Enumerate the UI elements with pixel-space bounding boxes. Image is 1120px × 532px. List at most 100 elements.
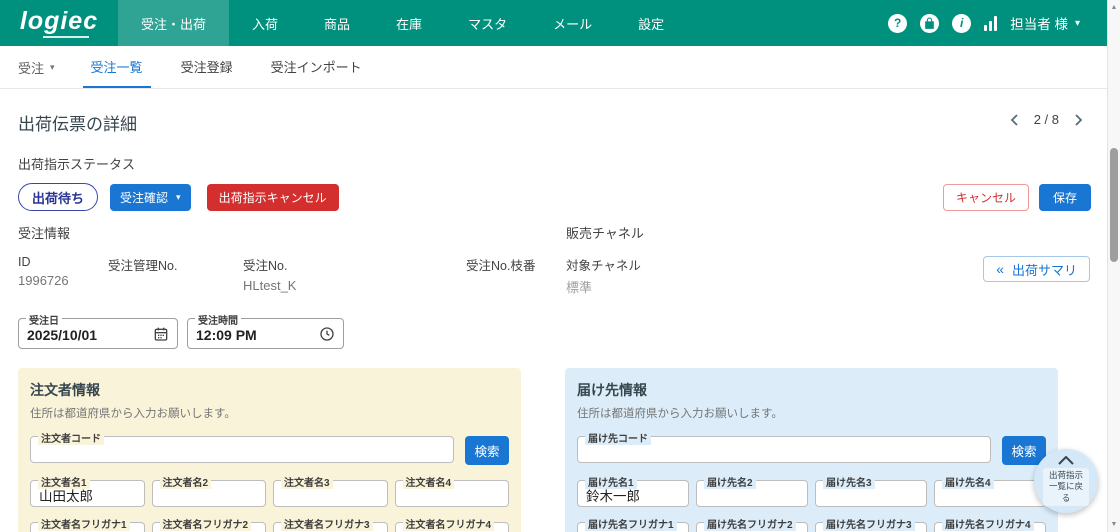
orderer-code-row: 注文者コード 検索 (30, 436, 509, 465)
bag-icon[interactable] (920, 14, 939, 33)
nav-item-inventory[interactable]: 在庫 (373, 0, 445, 46)
help-icon[interactable]: ? (888, 14, 907, 33)
stats-icon[interactable] (984, 16, 997, 31)
destination-panel: 届け先情報 住所は都道府県から入力お願いします。 届け先コード 検索 届け先名1 (565, 368, 1058, 532)
back-to-shipping-list-label: 出荷指示一覧に戻る (1043, 468, 1089, 505)
destination-note: 住所は都道府県から入力お願いします。 (577, 405, 1046, 421)
main-nav: 受注・出荷 入荷 商品 在庫 マスタ メール 設定 (118, 0, 687, 46)
orderer-name3-label: 注文者名3 (281, 474, 333, 489)
logo-tagline-bar (43, 36, 89, 38)
orders-dropdown-label: 受注 (18, 58, 44, 77)
shipping-cancel-button[interactable]: 出荷指示キャンセル (207, 184, 339, 211)
logo-text: logiec (20, 9, 98, 34)
app-header: logiec 受注・出荷 入荷 商品 在庫 マスタ メール 設定 ? i 担当者… (0, 0, 1120, 46)
page-title: 出荷伝票の詳細 (18, 110, 1120, 135)
nav-item-inbound[interactable]: 入荷 (229, 0, 301, 46)
nav-item-master[interactable]: マスタ (445, 0, 530, 46)
next-page-button[interactable] (1075, 114, 1083, 126)
orderer-name1-field: 注文者名1 (30, 480, 145, 507)
destination-kana1-label: 届け先名フリガナ1 (585, 516, 677, 531)
info-icon[interactable]: i (952, 14, 971, 33)
orderer-kana1-label: 注文者名フリガナ1 (38, 516, 130, 531)
orderer-kana4-field: 注文者名フリガナ4 (395, 522, 510, 532)
orderer-kana-row: 注文者名フリガナ1 注文者名フリガナ2 注文者名フリガナ3 注文者名フリガナ4 (30, 522, 509, 532)
tab-order-import[interactable]: 受注インポート (263, 46, 370, 88)
order-datetime-row: 受注日 受注時間 (18, 318, 1120, 349)
sales-channel-heading: 販売チャネル (566, 223, 1090, 242)
logiec-logo[interactable]: logiec (0, 0, 118, 46)
mgmt-no-column: 受注管理No. (108, 255, 243, 293)
destination-kana2-label: 届け先名フリガナ2 (704, 516, 796, 531)
destination-name1-label: 届け先名1 (585, 474, 637, 489)
scroll-up-arrow-icon[interactable]: ▲ (1108, 4, 1120, 11)
status-badge[interactable]: 出荷待ち (18, 183, 98, 211)
destination-code-row: 届け先コード 検索 (577, 436, 1046, 465)
save-button[interactable]: 保存 (1039, 184, 1091, 211)
branch-no-label: 受注No.枝番 (466, 255, 566, 274)
order-info-heading: 受注情報 (18, 223, 566, 242)
branch-no-column: 受注No.枝番 (466, 255, 566, 293)
orderer-name4-field: 注文者名4 (395, 480, 510, 507)
status-section-label: 出荷指示ステータス (18, 154, 1120, 173)
chevron-up-icon (1058, 456, 1074, 465)
nav-item-orders-shipping[interactable]: 受注・出荷 (118, 0, 229, 46)
chevron-down-icon: ▾ (176, 192, 181, 203)
scroll-down-arrow-icon[interactable]: ▼ (1108, 521, 1120, 528)
shipping-summary-button[interactable]: « 出荷サマリ (983, 256, 1090, 282)
order-no-label: 受注No. (243, 255, 466, 274)
order-id-column: ID 1996726 (18, 255, 108, 293)
main-content: 出荷伝票の詳細 2 / 8 出荷指示ステータス 出荷待ち 受注確認 ▾ 出荷指示… (0, 89, 1120, 532)
tab-order-register[interactable]: 受注登録 (173, 46, 241, 88)
prev-page-button[interactable] (1010, 114, 1018, 126)
nav-item-settings[interactable]: 設定 (615, 0, 687, 46)
pagination: 2 / 8 (1010, 112, 1083, 127)
branch-no-value (466, 278, 566, 293)
destination-kana2-field: 届け先名フリガナ2 (696, 522, 808, 532)
status-action-row: 出荷待ち 受注確認 ▾ 出荷指示キャンセル キャンセル 保存 (18, 183, 1091, 211)
back-to-shipping-list-button[interactable]: 出荷指示一覧に戻る (1034, 449, 1098, 513)
orderer-kana4-label: 注文者名フリガナ4 (403, 516, 495, 531)
page-indicator: 2 / 8 (1034, 112, 1059, 127)
destination-name-row: 届け先名1 届け先名2 届け先名3 届け先名4 (577, 480, 1046, 507)
orderer-panel: 注文者情報 住所は都道府県から入力お願いします。 注文者コード 検索 注文者名1 (18, 368, 521, 532)
destination-code-label: 届け先コード (585, 430, 651, 445)
destination-name1-field: 届け先名1 (577, 480, 689, 507)
tab-order-list[interactable]: 受注一覧 (83, 46, 151, 88)
orderer-code-label: 注文者コード (38, 430, 104, 445)
scrollbar-thumb[interactable] (1110, 148, 1118, 262)
destination-heading: 届け先情報 (577, 380, 1046, 400)
orderer-name2-label: 注文者名2 (160, 474, 212, 489)
orderer-code-search-button[interactable]: 検索 (465, 436, 509, 465)
mgmt-no-label: 受注管理No. (108, 255, 243, 274)
order-date-label: 受注日 (26, 312, 62, 327)
clock-icon[interactable] (319, 326, 335, 342)
destination-name4-label: 届け先名4 (942, 474, 994, 489)
order-info-row: 受注情報 ID 1996726 受注管理No. 受注No. HLtest_K (18, 223, 1090, 296)
app-root: logiec 受注・出荷 入荷 商品 在庫 マスタ メール 設定 ? i 担当者… (0, 0, 1120, 532)
destination-name3-field: 届け先名3 (815, 480, 927, 507)
user-name: 担当者 様 (1010, 13, 1068, 33)
mgmt-no-value (108, 278, 243, 293)
nav-item-mail[interactable]: メール (530, 0, 615, 46)
order-no-value: HLtest_K (243, 278, 466, 293)
order-id-value: 1996726 (18, 273, 108, 288)
destination-kana3-field: 届け先名フリガナ3 (815, 522, 927, 532)
chevron-down-icon: ▾ (50, 62, 55, 73)
orders-dropdown[interactable]: 受注 ▾ (18, 46, 55, 88)
header-actions: ? i 担当者 様 ▾ (888, 0, 1120, 46)
order-info-section: 受注情報 ID 1996726 受注管理No. 受注No. HLtest_K (18, 223, 566, 296)
destination-name4-field: 届け先名4 (934, 480, 1046, 507)
destination-code-field: 届け先コード (577, 436, 991, 463)
destination-kana3-label: 届け先名フリガナ3 (823, 516, 915, 531)
destination-name2-field: 届け先名2 (696, 480, 808, 507)
cancel-button[interactable]: キャンセル (943, 184, 1029, 211)
order-confirm-button[interactable]: 受注確認 ▾ (110, 184, 191, 211)
nav-item-products[interactable]: 商品 (301, 0, 373, 46)
order-confirm-label: 受注確認 (120, 189, 168, 206)
user-menu[interactable]: 担当者 様 ▾ (1010, 13, 1080, 33)
bag-glyph (923, 17, 936, 30)
orderer-name-row: 注文者名1 注文者名2 注文者名3 注文者名4 (30, 480, 509, 507)
destination-code-search-button[interactable]: 検索 (1002, 436, 1046, 465)
chevron-left-icon (1010, 114, 1018, 126)
calendar-icon[interactable] (153, 326, 169, 342)
